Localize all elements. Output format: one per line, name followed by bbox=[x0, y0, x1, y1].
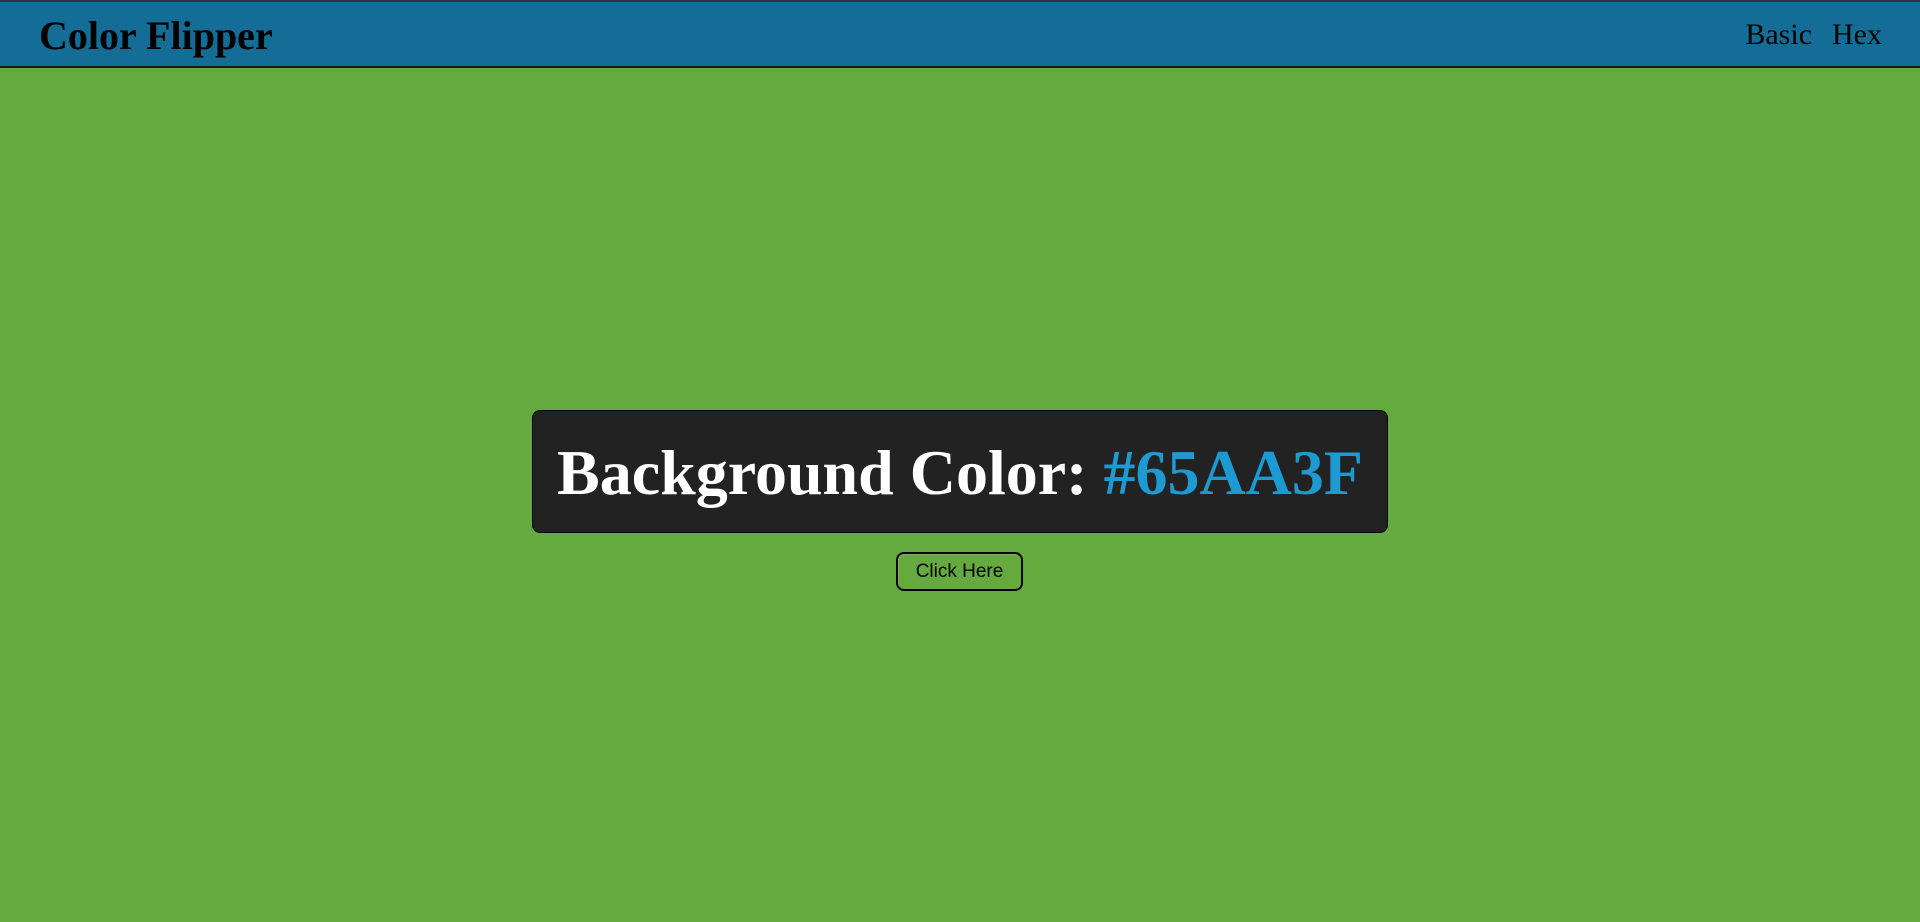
background-color-label: Background Color: bbox=[557, 436, 1088, 508]
top-navbar: Color Flipper Basic Hex bbox=[0, 0, 1920, 68]
app-title: Color Flipper bbox=[39, 13, 273, 58]
nav-links: Basic Hex bbox=[1745, 20, 1882, 50]
nav-link-hex[interactable]: Hex bbox=[1832, 20, 1882, 50]
color-hex-value: #65AA3F bbox=[1103, 436, 1363, 508]
background-color-heading: Background Color: #65AA3F bbox=[557, 440, 1363, 505]
color-display-panel: Background Color: #65AA3F bbox=[532, 410, 1388, 533]
flip-color-button[interactable]: Click Here bbox=[896, 552, 1023, 591]
nav-link-basic[interactable]: Basic bbox=[1745, 20, 1812, 50]
